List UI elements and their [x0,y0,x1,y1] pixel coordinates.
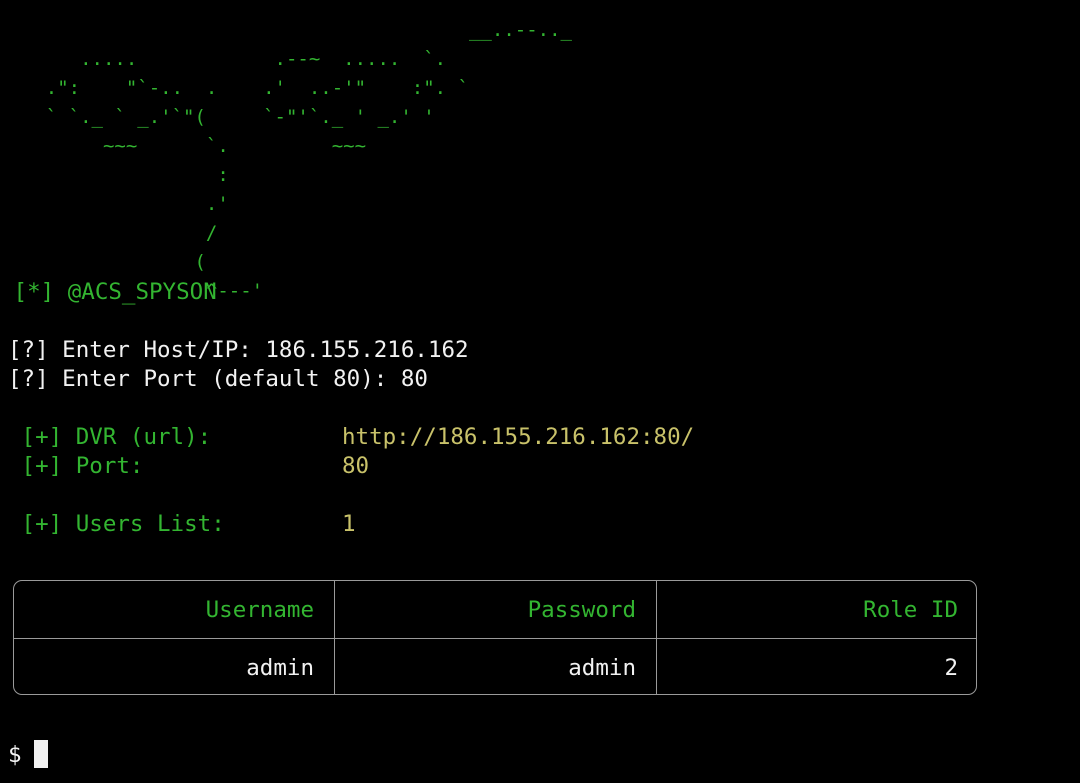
column-header-username: Username [205,597,314,623]
port-prompt-label: [?] Enter Port (default 80): [8,366,401,392]
dvr-url-value: http://186.155.216.162:80/ [342,424,695,450]
column-header-password: Password [527,597,636,623]
port-prompt-line: [?] Enter Port (default 80): 80 [8,365,428,394]
ascii-art-banner: __..--.._ ..... .--~ ..... `. .": "`-.. … [45,19,572,302]
dvr-url-label: [+] DVR (url): [8,424,212,450]
table-cell-password: admin [568,655,636,681]
port-result-label: [+] Port: [8,453,144,479]
header-divider [14,638,976,639]
terminal-window[interactable]: __..--.._ ..... .--~ ..... `. .": "`-.. … [0,0,1080,783]
users-table: Username Password Role ID admin admin 2 [13,580,977,695]
port-result-value: 80 [342,453,370,479]
table-cell-role-id: 2 [944,655,958,681]
text-cursor [33,740,48,768]
author-handle: [*] @ACS_SPYSON [0,279,217,305]
shell-prompt[interactable]: $ [8,740,48,770]
host-input-value: 186.155.216.162 [265,337,469,363]
column-header-role-id: Role ID [863,597,958,623]
users-list-label: [+] Users List: [8,511,225,537]
users-list-count: 1 [342,511,356,537]
host-prompt-line: [?] Enter Host/IP: 186.155.216.162 [8,336,469,365]
prompt-symbol: $ [8,742,22,768]
port-input-value: 80 [400,366,428,392]
host-prompt-label: [?] Enter Host/IP: [8,337,266,363]
table-cell-username: admin [246,655,314,681]
